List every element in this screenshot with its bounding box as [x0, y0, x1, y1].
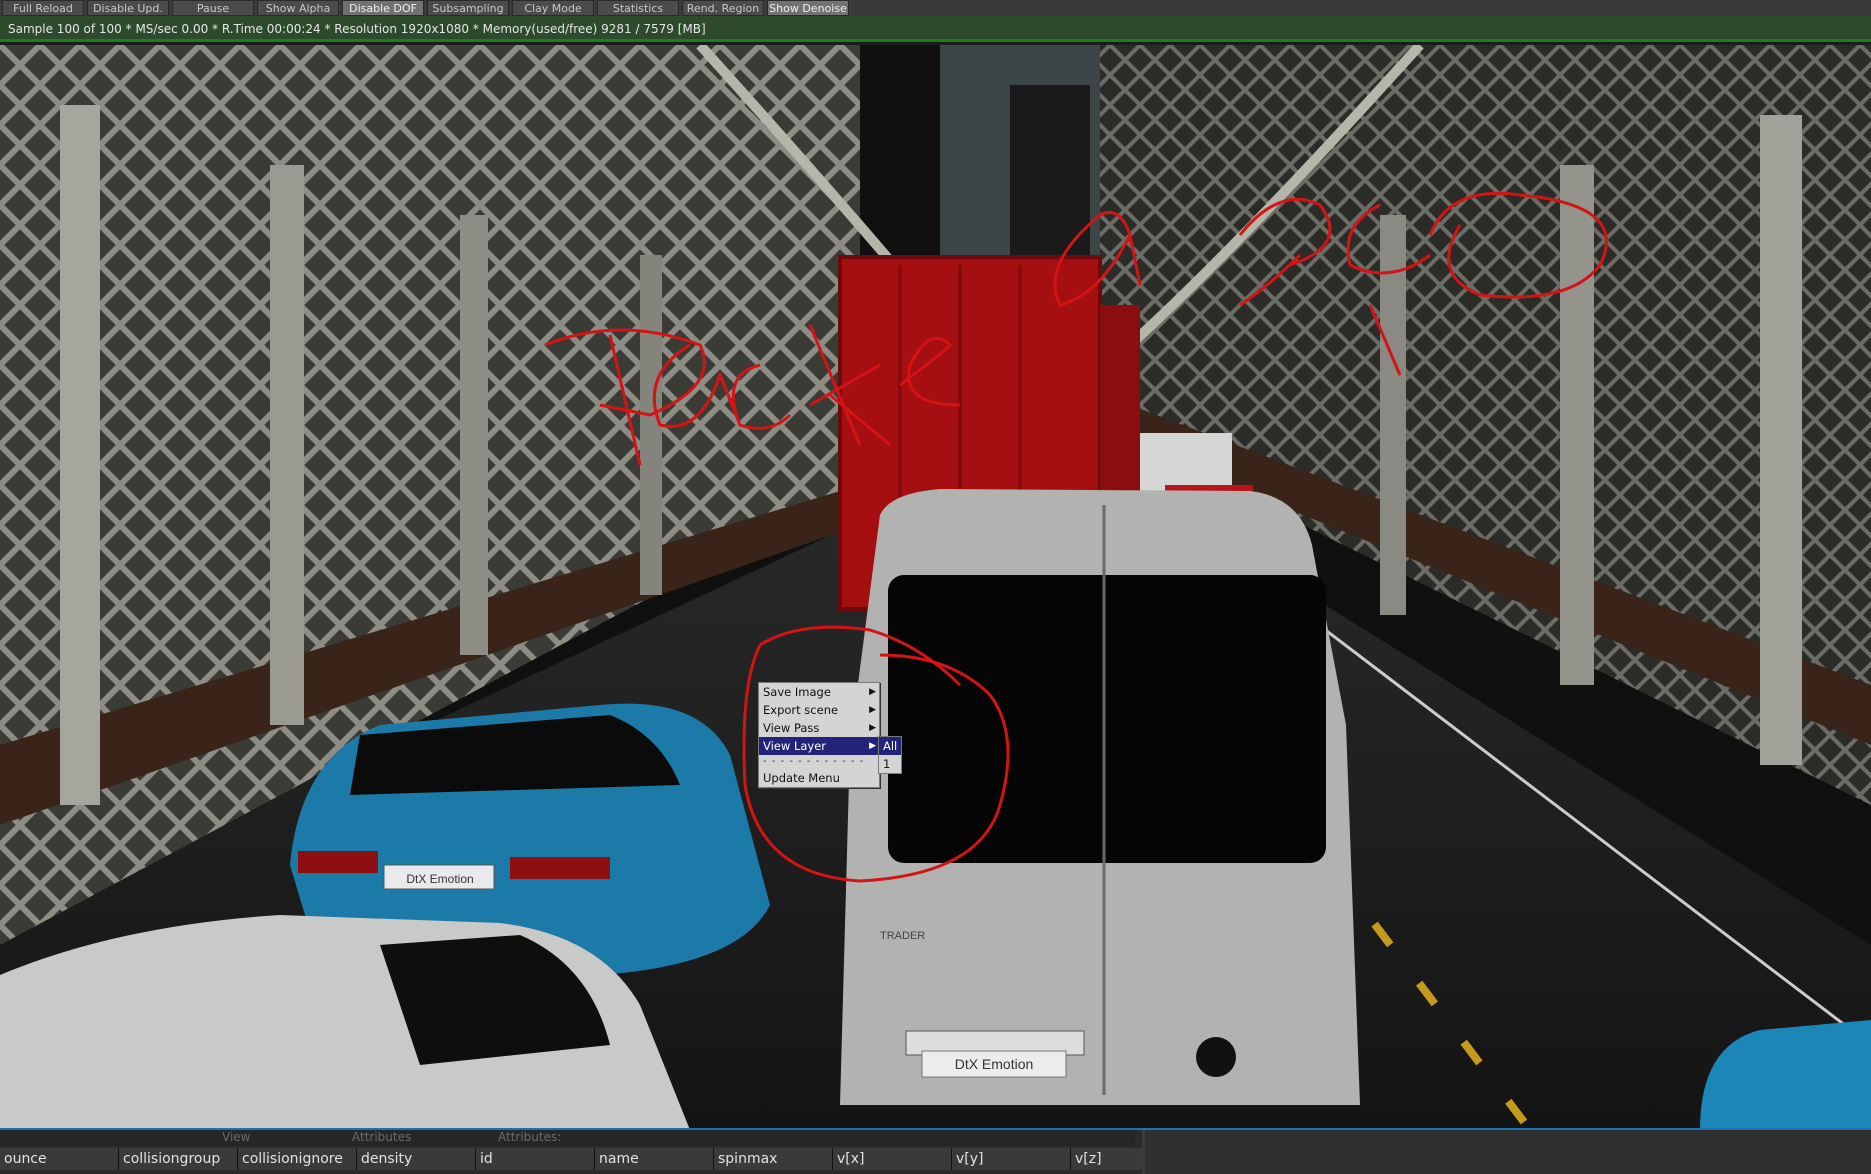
van-rear-light	[1196, 1037, 1236, 1077]
blue-car-tail-light-left	[298, 851, 378, 873]
tab-view[interactable]: View	[222, 1130, 250, 1144]
left-truss-beam	[460, 215, 488, 655]
van-plate-text: DtX Emotion	[955, 1056, 1034, 1072]
viewport-context-menu: Save Image ▶ Export scene ▶ View Pass ▶ …	[758, 682, 880, 788]
geometry-spreadsheet-panel: View Attributes Attributes: ounce collis…	[0, 1128, 1871, 1174]
panel-tabs: View Attributes Attributes:	[0, 1130, 1135, 1146]
menu-item-save-image[interactable]: Save Image ▶	[759, 683, 879, 701]
pause-button[interactable]: Pause	[172, 0, 254, 16]
menu-item-update-menu[interactable]: Update Menu	[759, 769, 879, 787]
car-plate-text: DtX Emotion	[406, 872, 473, 886]
tab-attributes-alt[interactable]: Attributes:	[498, 1130, 561, 1144]
left-truss-beam	[60, 105, 100, 805]
full-reload-button[interactable]: Full Reload	[2, 0, 84, 16]
render-toolbar: Full Reload Disable Upd. Pause Show Alph…	[0, 0, 1871, 16]
disable-updates-button[interactable]: Disable Upd.	[87, 0, 169, 16]
left-truss-beam	[270, 165, 304, 725]
menu-item-label: Export scene	[763, 703, 839, 717]
van-rear-window	[888, 575, 1326, 863]
submenu-arrow-icon: ▶	[869, 723, 876, 733]
menu-item-view-layer[interactable]: View Layer ▶	[759, 737, 879, 755]
column-header[interactable]: name	[595, 1148, 714, 1170]
statistics-button[interactable]: Statistics	[597, 0, 679, 16]
disable-dof-button[interactable]: Disable DOF	[342, 0, 424, 16]
render-viewport[interactable]: DtX Emotion TRADER DtX Emotion Save Imag…	[0, 45, 1871, 1130]
menu-item-label: Save Image	[763, 685, 831, 699]
column-header[interactable]: v[x]	[833, 1148, 952, 1170]
menu-separator: - - - - - - - - - - - -	[763, 756, 865, 767]
right-truss-beam	[1760, 115, 1802, 765]
rendered-scene: DtX Emotion TRADER DtX Emotion	[0, 45, 1871, 1130]
right-truss-beam	[1380, 215, 1406, 615]
menu-item-export-scene[interactable]: Export scene ▶	[759, 701, 879, 719]
column-header[interactable]: collisionignore	[238, 1148, 357, 1170]
submenu-arrow-icon: ▶	[869, 705, 876, 715]
network-grid-area[interactable]	[1142, 1130, 1871, 1174]
van-badge-text: TRADER	[880, 930, 925, 942]
right-truss-beam	[1560, 165, 1594, 685]
column-header[interactable]: v[y]	[952, 1148, 1071, 1170]
show-alpha-button[interactable]: Show Alpha	[257, 0, 339, 16]
show-denoise-button[interactable]: Show Denoise	[767, 0, 849, 16]
view-layer-submenu: All 1	[878, 736, 902, 774]
menu-item-view-pass[interactable]: View Pass ▶	[759, 719, 879, 737]
subsampling-button[interactable]: Subsampling	[427, 0, 509, 16]
submenu-item-1[interactable]: 1	[879, 755, 901, 773]
column-header[interactable]: id	[476, 1148, 595, 1170]
clay-mode-button[interactable]: Clay Mode	[512, 0, 594, 16]
menu-item-label: View Layer	[763, 739, 827, 753]
spreadsheet-header-row: ounce collisiongroup collisionignore den…	[0, 1148, 1190, 1170]
submenu-arrow-icon: ▶	[869, 741, 876, 751]
column-header[interactable]: spinmax	[714, 1148, 833, 1170]
column-header[interactable]: density	[357, 1148, 476, 1170]
blue-car-tail-light-right	[510, 857, 610, 879]
submenu-item-all[interactable]: All	[879, 737, 901, 755]
menu-item-label: View Pass	[763, 721, 820, 735]
column-header[interactable]: ounce	[0, 1148, 119, 1170]
tab-attributes[interactable]: Attributes	[352, 1130, 411, 1144]
render-status-bar: Sample 100 of 100 * MS/sec 0.00 * R.Time…	[0, 16, 1871, 42]
render-region-button[interactable]: Rend. Region	[682, 0, 764, 16]
column-header[interactable]: collisiongroup	[119, 1148, 238, 1170]
submenu-arrow-icon: ▶	[869, 687, 876, 697]
